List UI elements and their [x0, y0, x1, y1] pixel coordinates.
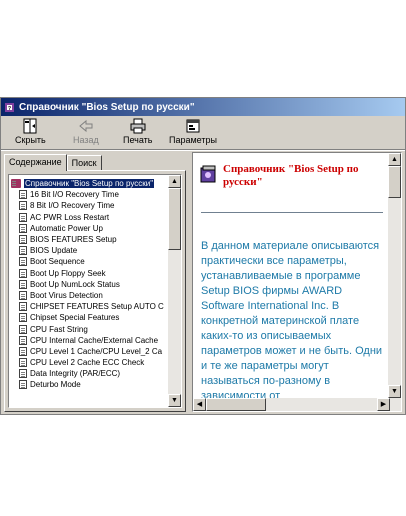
- back-label: Назад: [73, 135, 99, 145]
- hide-label: Скрыть: [15, 135, 46, 145]
- options-icon: [186, 119, 200, 133]
- tree-item-label: CPU Fast String: [30, 324, 88, 334]
- tab-search[interactable]: Поиск: [66, 155, 102, 170]
- navigation-pane: Содержание Поиск Справочник "Bios Setup …: [4, 154, 186, 412]
- tree-item[interactable]: Boot Up NumLock Status: [11, 279, 169, 290]
- contents-tree: Справочник "Bios Setup по русски" 16 Bit…: [11, 178, 169, 391]
- page-icon: [19, 302, 27, 312]
- topic-pane: Справочник "Bios Setup по русски" В данн…: [192, 152, 402, 412]
- options-button[interactable]: Параметры: [169, 118, 217, 148]
- contents-panel: Справочник "Bios Setup по русски" 16 Bit…: [4, 170, 186, 412]
- tree-item-label: Data Integrity (PAR/ECC): [30, 369, 121, 379]
- book-icon: [11, 179, 21, 189]
- topic-body: В данном материале описываются практичес…: [201, 240, 383, 402]
- tree-item[interactable]: Boot Up Floppy Seek: [11, 268, 169, 279]
- scroll-up-arrow-icon[interactable]: ▲: [168, 175, 181, 188]
- page-icon: [19, 268, 27, 278]
- tree-item[interactable]: Boot Virus Detection: [11, 290, 169, 301]
- scroll-up-arrow-icon[interactable]: ▲: [388, 153, 401, 166]
- tree-item[interactable]: BIOS Update: [11, 245, 169, 256]
- tree-item-label: Boot Up Floppy Seek: [30, 268, 106, 278]
- page-icon: [19, 313, 27, 323]
- tree-item-label: 16 Bit I/O Recovery Time: [30, 190, 119, 200]
- tree-item[interactable]: Chipset Special Features: [11, 312, 169, 323]
- window-title: Справочник "Bios Setup по русски": [19, 101, 195, 113]
- tree-item[interactable]: AC PWR Loss Restart: [11, 212, 169, 223]
- page-icon: [19, 235, 27, 245]
- tree-item-label: BIOS Update: [30, 246, 78, 256]
- svg-text:?: ?: [8, 106, 11, 112]
- help-book-icon: ?: [4, 102, 15, 113]
- tree-item-label: Deturbo Mode: [30, 380, 81, 390]
- hide-icon: [23, 118, 37, 134]
- scroll-down-arrow-icon[interactable]: ▼: [168, 394, 181, 407]
- tree-item[interactable]: BIOS FEATURES Setup: [11, 234, 169, 245]
- tree-item-label: Automatic Power Up: [30, 223, 103, 233]
- tree-item[interactable]: Справочник "Bios Setup по русски": [11, 178, 169, 189]
- tree-item[interactable]: CPU Fast String: [11, 323, 169, 334]
- page-icon: [19, 201, 27, 211]
- scroll-thumb[interactable]: [388, 166, 401, 198]
- print-button[interactable]: Печать: [123, 118, 152, 148]
- tree-item[interactable]: CHIPSET FEATURES Setup AUTO C: [11, 301, 169, 312]
- tree-item[interactable]: CPU Level 1 Cache/CPU Level_2 Ca: [11, 346, 169, 357]
- tree-item-label: Справочник "Bios Setup по русски": [24, 179, 155, 189]
- toolbar: Скрыть Назад Печать Параметры: [1, 116, 405, 150]
- topic-horizontal-scrollbar[interactable]: ◀ ▶: [193, 398, 401, 411]
- page-icon: [19, 246, 27, 256]
- title-bar[interactable]: ? Справочник "Bios Setup по русски": [1, 98, 405, 116]
- tree-item-label: CPU Level 1 Cache/CPU Level_2 Ca: [30, 346, 163, 356]
- tree-item-label: Chipset Special Features: [30, 313, 120, 323]
- page-icon: [19, 223, 27, 233]
- page-icon: [19, 212, 27, 222]
- scroll-down-arrow-icon[interactable]: ▼: [388, 385, 401, 398]
- printer-icon: [130, 118, 146, 134]
- tree-item-label: 8 Bit I/O Recovery Time: [30, 201, 115, 211]
- page-icon: [19, 257, 27, 267]
- scroll-left-arrow-icon[interactable]: ◀: [193, 398, 206, 411]
- topic-vertical-scrollbar[interactable]: ▲ ▼: [388, 153, 401, 398]
- page-icon: [19, 324, 27, 334]
- tree-item[interactable]: 8 Bit I/O Recovery Time: [11, 200, 169, 211]
- page-icon: [19, 346, 27, 356]
- scroll-right-arrow-icon[interactable]: ▶: [377, 398, 390, 411]
- tree-item[interactable]: Data Integrity (PAR/ECC): [11, 368, 169, 379]
- help-window: ? Справочник "Bios Setup по русски" Скры…: [0, 97, 406, 415]
- page-icon: [19, 190, 27, 200]
- tree-item[interactable]: CPU Internal Cache/External Cache: [11, 335, 169, 346]
- tree-item-label: CHIPSET FEATURES Setup AUTO C: [30, 302, 164, 312]
- options-label: Параметры: [169, 135, 217, 145]
- tree-item[interactable]: Deturbo Mode: [11, 379, 169, 390]
- tree-item-label: BIOS FEATURES Setup: [30, 235, 117, 245]
- tree-item[interactable]: Automatic Power Up: [11, 223, 169, 234]
- print-label: Печать: [123, 135, 153, 145]
- tab-contents[interactable]: Содержание: [4, 154, 67, 171]
- tree-item-label: Boot Virus Detection: [30, 290, 103, 300]
- page-icon: [19, 279, 27, 289]
- tree-item-label: Boot Sequence: [30, 257, 85, 267]
- tree-item-label: AC PWR Loss Restart: [30, 212, 110, 222]
- tree-item[interactable]: CPU Level 2 Cache ECC Check: [11, 357, 169, 368]
- page-icon: [19, 335, 27, 345]
- hide-button[interactable]: Скрыть: [15, 118, 46, 148]
- horizontal-scroll-thumb[interactable]: [206, 398, 266, 411]
- contents-tree-view: Справочник "Bios Setup по русски" 16 Bit…: [8, 174, 182, 408]
- tree-item-label: CPU Level 2 Cache ECC Check: [30, 358, 145, 368]
- tree-item[interactable]: 16 Bit I/O Recovery Time: [11, 189, 169, 200]
- tree-item[interactable]: Boot Sequence: [11, 256, 169, 267]
- back-button[interactable]: Назад: [73, 118, 99, 148]
- help-book-icon: [200, 165, 216, 183]
- page-icon: [19, 290, 27, 300]
- tree-vertical-scrollbar[interactable]: ▲ ▼: [168, 175, 181, 407]
- back-arrow-icon: [79, 119, 93, 133]
- tree-item-label: CPU Internal Cache/External Cache: [30, 335, 159, 345]
- page-icon: [19, 369, 27, 379]
- tab-strip: Содержание Поиск: [4, 154, 102, 171]
- scroll-thumb[interactable]: [168, 188, 181, 250]
- page-icon: [19, 380, 27, 390]
- page-icon: [19, 358, 27, 368]
- title-divider: [201, 212, 383, 213]
- tree-item-label: Boot Up NumLock Status: [30, 279, 120, 289]
- topic-title: Справочник "Bios Setup по русски": [223, 163, 359, 188]
